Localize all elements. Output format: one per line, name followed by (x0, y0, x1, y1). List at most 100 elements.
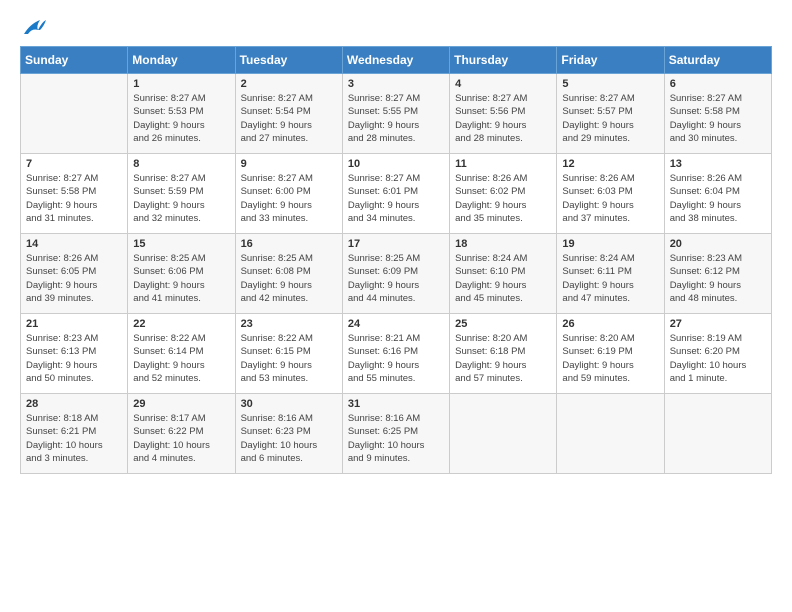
day-number: 3 (348, 78, 444, 90)
cell-content: Sunrise: 8:26 AM Sunset: 6:04 PM Dayligh… (670, 172, 766, 225)
cell-content: Sunrise: 8:20 AM Sunset: 6:19 PM Dayligh… (562, 332, 658, 385)
day-number: 24 (348, 318, 444, 330)
calendar-header: SundayMondayTuesdayWednesdayThursdayFrid… (21, 47, 772, 74)
cell-content: Sunrise: 8:27 AM Sunset: 5:55 PM Dayligh… (348, 92, 444, 145)
calendar-table: SundayMondayTuesdayWednesdayThursdayFrid… (20, 46, 772, 474)
cell-content: Sunrise: 8:27 AM Sunset: 5:58 PM Dayligh… (670, 92, 766, 145)
calendar-cell: 11Sunrise: 8:26 AM Sunset: 6:02 PM Dayli… (450, 154, 557, 234)
calendar-cell: 9Sunrise: 8:27 AM Sunset: 6:00 PM Daylig… (235, 154, 342, 234)
cell-content: Sunrise: 8:27 AM Sunset: 5:59 PM Dayligh… (133, 172, 229, 225)
day-number: 26 (562, 318, 658, 330)
calendar-cell: 8 Sunrise: 8:27 AM Sunset: 5:59 PM Daylig… (128, 154, 235, 234)
day-number: 17 (348, 238, 444, 250)
cell-content: Sunrise: 8:16 AM Sunset: 6:25 PM Dayligh… (348, 412, 444, 465)
calendar-week-row: 1 Sunrise: 8:27 AM Sunset: 5:53 PM Daylig… (21, 74, 772, 154)
calendar-cell: 13 Sunrise: 8:26 AM Sunset: 6:04 PM Dayli… (664, 154, 771, 234)
day-number: 2 (241, 78, 337, 90)
calendar-cell (664, 394, 771, 474)
calendar-cell: 27Sunrise: 8:19 AM Sunset: 6:20 PM Dayli… (664, 314, 771, 394)
calendar-cell: 15Sunrise: 8:25 AM Sunset: 6:06 PM Dayli… (128, 234, 235, 314)
weekday-header: Tuesday (235, 47, 342, 74)
weekday-header: Friday (557, 47, 664, 74)
cell-content: Sunrise: 8:26 AM Sunset: 6:02 PM Dayligh… (455, 172, 551, 225)
calendar-cell: 1 Sunrise: 8:27 AM Sunset: 5:53 PM Daylig… (128, 74, 235, 154)
cell-content: Sunrise: 8:24 AM Sunset: 6:10 PM Dayligh… (455, 252, 551, 305)
calendar-cell: 10 Sunrise: 8:27 AM Sunset: 6:01 PM Dayli… (342, 154, 449, 234)
cell-content: Sunrise: 8:27 AM Sunset: 5:56 PM Dayligh… (455, 92, 551, 145)
weekday-header: Sunday (21, 47, 128, 74)
calendar-cell: 31 Sunrise: 8:16 AM Sunset: 6:25 PM Dayli… (342, 394, 449, 474)
cell-content: Sunrise: 8:18 AM Sunset: 6:21 PM Dayligh… (26, 412, 122, 465)
calendar-cell: 20Sunrise: 8:23 AM Sunset: 6:12 PM Dayli… (664, 234, 771, 314)
day-number: 13 (670, 158, 766, 170)
calendar-cell: 22 Sunrise: 8:22 AM Sunset: 6:14 PM Dayli… (128, 314, 235, 394)
calendar-cell: 24 Sunrise: 8:21 AM Sunset: 6:16 PM Dayli… (342, 314, 449, 394)
cell-content: Sunrise: 8:16 AM Sunset: 6:23 PM Dayligh… (241, 412, 337, 465)
calendar-body: 1 Sunrise: 8:27 AM Sunset: 5:53 PM Daylig… (21, 74, 772, 474)
cell-content: Sunrise: 8:25 AM Sunset: 6:09 PM Dayligh… (348, 252, 444, 305)
calendar-cell: 29 Sunrise: 8:17 AM Sunset: 6:22 PM Dayli… (128, 394, 235, 474)
cell-content: Sunrise: 8:22 AM Sunset: 6:15 PM Dayligh… (241, 332, 337, 385)
day-number: 1 (133, 78, 229, 90)
day-number: 8 (133, 158, 229, 170)
calendar-cell: 26 Sunrise: 8:20 AM Sunset: 6:19 PM Dayli… (557, 314, 664, 394)
calendar-cell: 7 Sunrise: 8:27 AM Sunset: 5:58 PM Daylig… (21, 154, 128, 234)
calendar-cell: 4 Sunrise: 8:27 AM Sunset: 5:56 PM Daylig… (450, 74, 557, 154)
calendar-cell: 16Sunrise: 8:25 AM Sunset: 6:08 PM Dayli… (235, 234, 342, 314)
calendar-week-row: 7 Sunrise: 8:27 AM Sunset: 5:58 PM Daylig… (21, 154, 772, 234)
cell-content: Sunrise: 8:27 AM Sunset: 5:58 PM Dayligh… (26, 172, 122, 225)
day-number: 4 (455, 78, 551, 90)
logo-icon (20, 16, 48, 38)
day-number: 7 (26, 158, 122, 170)
cell-content: Sunrise: 8:22 AM Sunset: 6:14 PM Dayligh… (133, 332, 229, 385)
calendar-cell: 30Sunrise: 8:16 AM Sunset: 6:23 PM Dayli… (235, 394, 342, 474)
day-number: 16 (241, 238, 337, 250)
day-number: 31 (348, 398, 444, 410)
cell-content: Sunrise: 8:23 AM Sunset: 6:13 PM Dayligh… (26, 332, 122, 385)
weekday-header: Monday (128, 47, 235, 74)
calendar-cell: 17 Sunrise: 8:25 AM Sunset: 6:09 PM Dayli… (342, 234, 449, 314)
calendar-cell (557, 394, 664, 474)
cell-content: Sunrise: 8:26 AM Sunset: 6:03 PM Dayligh… (562, 172, 658, 225)
calendar-cell: 19 Sunrise: 8:24 AM Sunset: 6:11 PM Dayli… (557, 234, 664, 314)
cell-content: Sunrise: 8:27 AM Sunset: 6:01 PM Dayligh… (348, 172, 444, 225)
cell-content: Sunrise: 8:27 AM Sunset: 5:54 PM Dayligh… (241, 92, 337, 145)
day-number: 29 (133, 398, 229, 410)
day-number: 14 (26, 238, 122, 250)
day-number: 28 (26, 398, 122, 410)
day-number: 10 (348, 158, 444, 170)
day-number: 15 (133, 238, 229, 250)
weekday-header: Thursday (450, 47, 557, 74)
day-number: 22 (133, 318, 229, 330)
cell-content: Sunrise: 8:17 AM Sunset: 6:22 PM Dayligh… (133, 412, 229, 465)
cell-content: Sunrise: 8:26 AM Sunset: 6:05 PM Dayligh… (26, 252, 122, 305)
day-number: 20 (670, 238, 766, 250)
calendar-cell: 3 Sunrise: 8:27 AM Sunset: 5:55 PM Daylig… (342, 74, 449, 154)
calendar-cell: 2 Sunrise: 8:27 AM Sunset: 5:54 PM Daylig… (235, 74, 342, 154)
calendar-week-row: 21 Sunrise: 8:23 AM Sunset: 6:13 PM Dayli… (21, 314, 772, 394)
day-number: 5 (562, 78, 658, 90)
calendar-cell: 6 Sunrise: 8:27 AM Sunset: 5:58 PM Daylig… (664, 74, 771, 154)
calendar-cell (450, 394, 557, 474)
calendar-week-row: 28 Sunrise: 8:18 AM Sunset: 6:21 PM Dayli… (21, 394, 772, 474)
calendar-week-row: 14 Sunrise: 8:26 AM Sunset: 6:05 PM Dayli… (21, 234, 772, 314)
cell-content: Sunrise: 8:27 AM Sunset: 5:53 PM Dayligh… (133, 92, 229, 145)
calendar-cell: 25Sunrise: 8:20 AM Sunset: 6:18 PM Dayli… (450, 314, 557, 394)
calendar-cell: 23 Sunrise: 8:22 AM Sunset: 6:15 PM Dayli… (235, 314, 342, 394)
cell-content: Sunrise: 8:19 AM Sunset: 6:20 PM Dayligh… (670, 332, 766, 385)
calendar-cell: 14 Sunrise: 8:26 AM Sunset: 6:05 PM Dayli… (21, 234, 128, 314)
calendar-cell (21, 74, 128, 154)
calendar-cell: 28 Sunrise: 8:18 AM Sunset: 6:21 PM Dayli… (21, 394, 128, 474)
weekday-header: Wednesday (342, 47, 449, 74)
calendar-cell: 12Sunrise: 8:26 AM Sunset: 6:03 PM Dayli… (557, 154, 664, 234)
cell-content: Sunrise: 8:20 AM Sunset: 6:18 PM Dayligh… (455, 332, 551, 385)
cell-content: Sunrise: 8:24 AM Sunset: 6:11 PM Dayligh… (562, 252, 658, 305)
day-number: 19 (562, 238, 658, 250)
weekday-row: SundayMondayTuesdayWednesdayThursdayFrid… (21, 47, 772, 74)
logo (20, 16, 52, 38)
day-number: 21 (26, 318, 122, 330)
cell-content: Sunrise: 8:21 AM Sunset: 6:16 PM Dayligh… (348, 332, 444, 385)
calendar-cell: 18Sunrise: 8:24 AM Sunset: 6:10 PM Dayli… (450, 234, 557, 314)
day-number: 23 (241, 318, 337, 330)
day-number: 6 (670, 78, 766, 90)
